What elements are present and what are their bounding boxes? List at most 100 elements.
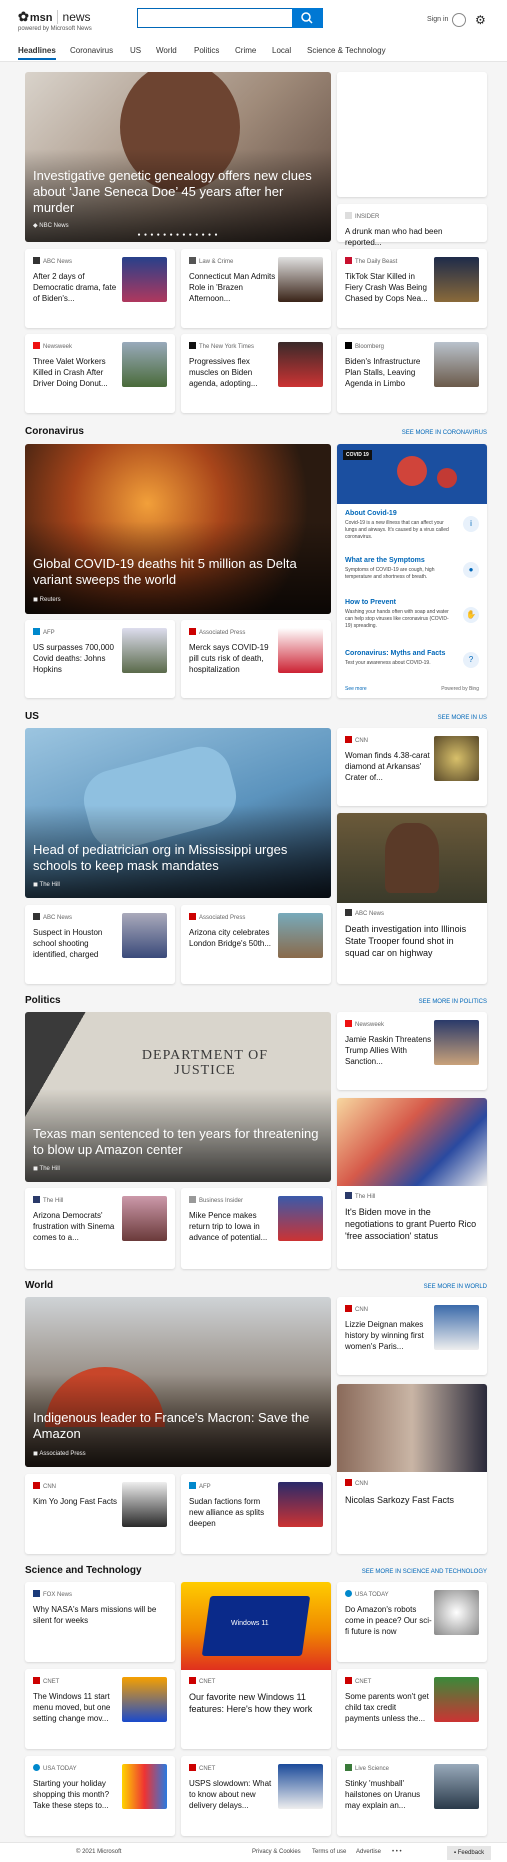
news-card[interactable]: Newsweek Three Valet Workers Killed in Cr… [25, 334, 175, 413]
laptop-screen-label: Windows 11 [231, 1620, 269, 1627]
see-more-coronavirus[interactable]: SEE MORE IN CORONAVIRUS [402, 430, 487, 436]
advertise-link[interactable]: Advertise [356, 1849, 381, 1855]
coronavirus-hero[interactable]: Global COVID-19 deaths hit 5 million as … [25, 444, 331, 614]
news-card[interactable]: AFP Sudan factions form new alliance as s… [181, 1474, 331, 1554]
covid-item-myths[interactable]: Coronavirus: Myths and Facts Test your aw… [345, 650, 455, 667]
newsweek-logo-icon [345, 1020, 352, 1027]
abc-logo-icon [345, 909, 352, 916]
tab-coronavirus[interactable]: Coronavirus [70, 46, 113, 55]
ad-card[interactable] [337, 72, 487, 197]
livescience-logo-icon [345, 1764, 352, 1771]
feedback-button[interactable]: ▪ Feedback [447, 1846, 491, 1860]
see-more-world[interactable]: SEE MORE IN WORLD [424, 1284, 487, 1290]
gear-icon[interactable]: ⚙ [475, 13, 486, 27]
news-card[interactable]: USA TODAY Do Amazon's robots come in peac… [337, 1582, 487, 1662]
hero-title: Investigative genetic genealogy offers n… [33, 168, 312, 215]
covid-see-more[interactable]: See more [345, 686, 367, 692]
news-card[interactable]: Newsweek Jamie Raskin Threatens Trump All… [337, 1012, 487, 1090]
news-card[interactable]: CNN Woman finds 4.38-carat diamond at Ark… [337, 728, 487, 806]
cnn-logo-icon [33, 1482, 40, 1489]
card-image [337, 813, 487, 903]
search-button[interactable] [292, 8, 323, 28]
side-card[interactable]: INSIDER A drunk man who had been reporte… [337, 204, 487, 247]
section-heading-us: US [25, 711, 39, 722]
powered-by: powered by Microsoft News [18, 26, 92, 32]
news-card[interactable]: Law & Crime Connecticut Man Admits Role i… [181, 249, 331, 328]
thumbnail [434, 1590, 479, 1635]
cnn-logo-icon [345, 1305, 352, 1312]
news-card[interactable]: FOX News Why NASA's Mars missions will be… [25, 1582, 175, 1662]
see-more-politics[interactable]: SEE MORE IN POLITICS [419, 999, 487, 1005]
news-card[interactable]: CNET Some parents won't get child tax cre… [337, 1669, 487, 1749]
doj-sign: DEPARTMENT OF JUSTICE [141, 1048, 269, 1078]
tab-world[interactable]: World [156, 46, 177, 55]
see-more-science[interactable]: SEE MORE IN SCIENCE AND TECHNOLOGY [362, 1569, 487, 1575]
news-card[interactable]: CNET USPS slowdown: What to know about ne… [181, 1756, 331, 1836]
news-card[interactable]: AFP US surpasses 700,000 Covid deaths: Jo… [25, 620, 175, 698]
thumbnail [434, 736, 479, 781]
covid-item-about[interactable]: About Covid-19 Covid-19 is a new illness … [345, 510, 455, 541]
nyt-logo-icon [189, 342, 196, 349]
tab-local[interactable]: Local [272, 46, 291, 55]
thehill-logo-icon [33, 1196, 40, 1203]
tab-politics[interactable]: Politics [194, 46, 219, 55]
news-card[interactable]: The New York Times Progressives flex musc… [181, 334, 331, 413]
msn-logo[interactable]: ✿msn news [18, 9, 91, 25]
news-card[interactable]: ABC News Suspect in Houston school shooti… [25, 905, 175, 984]
thumbnail [122, 1482, 167, 1527]
thumbnail [278, 1482, 323, 1527]
thumbnail [122, 1677, 167, 1722]
section-heading-world: World [25, 1280, 54, 1291]
usatoday-logo-icon [33, 1764, 40, 1771]
dailybeast-logo-icon [345, 257, 352, 264]
news-card[interactable]: Associated Press Arizona city celebrates … [181, 905, 331, 984]
news-card[interactable]: CNET The Windows 11 start menu moved, but… [25, 1669, 175, 1749]
politics-hero[interactable]: DEPARTMENT OF JUSTICE Texas man sentence… [25, 1012, 331, 1182]
afp-logo-icon [189, 1482, 196, 1489]
news-card[interactable]: CNN Kim Yo Jong Fast Facts [25, 1474, 175, 1554]
thumbnail [434, 1764, 479, 1809]
thumbnail [434, 257, 479, 302]
avatar[interactable] [452, 13, 466, 27]
more-icon[interactable]: • • • [392, 1849, 402, 1855]
terms-link[interactable]: Terms of use [312, 1849, 346, 1855]
news-card[interactable]: CNN Nicolas Sarkozy Fast Facts [337, 1384, 487, 1554]
news-card[interactable]: The Hill Arizona Democrats' frustration w… [25, 1188, 175, 1269]
covid-item-prevent[interactable]: How to Prevent Washing your hands often w… [345, 599, 455, 630]
quiz-icon: ? [463, 652, 479, 668]
news-card[interactable]: The Daily Beast TikTok Star Killed in Fie… [337, 249, 487, 328]
top-hero[interactable]: Investigative genetic genealogy offers n… [25, 72, 331, 242]
news-card[interactable]: CNN Lizzie Deignan makes history by winni… [337, 1297, 487, 1375]
thumbnail [122, 257, 167, 302]
news-card[interactable]: Live Science Stinky 'mushball' hailstones… [337, 1756, 487, 1836]
news-card[interactable]: Associated Press Merck says COVID-19 pill… [181, 620, 331, 698]
afp-logo-icon [33, 628, 40, 635]
news-card[interactable]: ABC News Death investigation into Illino… [337, 813, 487, 984]
tab-headlines[interactable]: Headlines [18, 46, 56, 60]
usatoday-logo-icon [345, 1590, 352, 1597]
tab-science-technology[interactable]: Science & Technology [307, 46, 386, 55]
tab-crime[interactable]: Crime [235, 46, 256, 55]
foxnews-logo-icon [33, 1590, 40, 1597]
thumbnail [278, 342, 323, 387]
us-hero[interactable]: Head of pediatrician org in Mississippi … [25, 728, 331, 898]
card-image: Windows 11 [181, 1582, 331, 1670]
news-card[interactable]: ABC News After 2 days of Democratic drama… [25, 249, 175, 328]
tab-us[interactable]: US [130, 46, 141, 55]
thumbnail [278, 1764, 323, 1809]
news-card[interactable]: Bloomberg Biden's Infrastructure Plan Sta… [337, 334, 487, 413]
businessinsider-logo-icon [189, 1196, 196, 1203]
carousel-dots[interactable]: ● ● ● ● ● ● ● ● ● ● ● ● ● [138, 232, 219, 238]
news-card[interactable]: Windows 11 CNET Our favorite new Windows… [181, 1582, 331, 1749]
privacy-link[interactable]: Privacy & Cookies [252, 1849, 301, 1855]
news-card[interactable]: Business Insider Mike Pence makes return … [181, 1188, 331, 1269]
footer: © 2021 Microsoft Privacy & Cookies Terms… [0, 1842, 507, 1862]
signin-link[interactable]: Sign in [427, 16, 448, 23]
covid-item-symptoms[interactable]: What are the Symptoms Symptoms of COVID-1… [345, 557, 455, 581]
thermometer-icon: ● [463, 562, 479, 578]
news-card[interactable]: USA TODAY Starting your holiday shopping … [25, 1756, 175, 1836]
see-more-us[interactable]: SEE MORE IN US [438, 715, 487, 721]
news-card[interactable]: The Hill It's Biden move in the negotiat… [337, 1098, 487, 1269]
thumbnail [122, 1196, 167, 1241]
world-hero[interactable]: Indigenous leader to France's Macron: Sa… [25, 1297, 331, 1467]
